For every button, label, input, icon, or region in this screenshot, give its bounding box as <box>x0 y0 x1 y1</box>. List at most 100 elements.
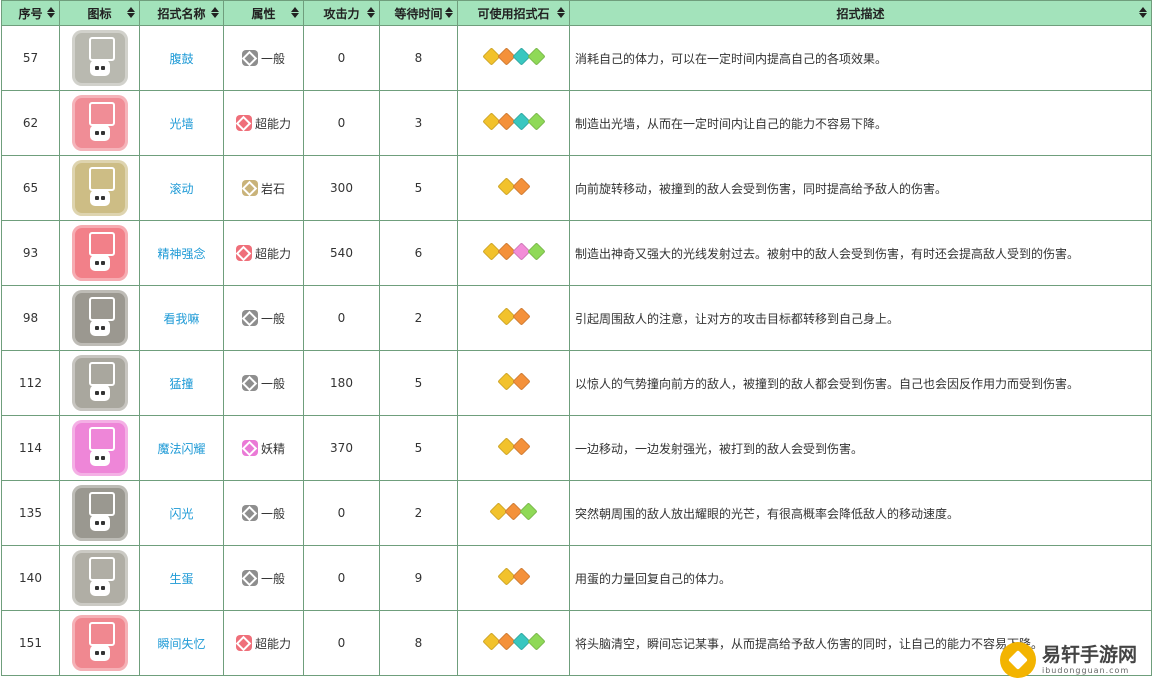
header-label: 可使用招式石 <box>477 6 550 21</box>
pink-shield-icon <box>71 95 128 151</box>
row-attack: 370 <box>303 415 380 481</box>
sort-arrows-icon[interactable] <box>1139 7 1147 19</box>
header-col-name[interactable]: 招式名称 <box>139 0 224 26</box>
gray-grid-icon <box>71 30 128 86</box>
row-move-name-cell: 看我嘛 <box>139 285 224 351</box>
move-name-link[interactable]: 看我嘛 <box>163 312 199 326</box>
type-label: 岩石 <box>260 181 285 196</box>
header-label: 图标 <box>87 6 112 21</box>
row-id: 114 <box>1 415 60 481</box>
row-icon-cell <box>59 25 140 91</box>
table-body: 57 腹鼓 一般 0 8 消耗自己的体力，可以在一定时间内提高自己的各项效果。 62 光墙 超能… <box>1 25 1152 676</box>
psychic-beam-icon <box>71 225 128 281</box>
header-col-icon[interactable]: 图标 <box>59 0 140 26</box>
sort-arrows-icon[interactable] <box>211 7 219 19</box>
watermark-logo-icon <box>1000 642 1036 678</box>
row-stones-cell <box>457 545 570 611</box>
row-description: 向前旋转移动，被撞到的敌人会受到伤害，同时提高给予敌人的伤害。 <box>569 155 1152 221</box>
row-type-cell: 一般 <box>223 480 304 546</box>
amnesia-icon <box>71 615 128 671</box>
header-label: 序号 <box>18 6 43 21</box>
move-stone-green-icon <box>519 502 538 521</box>
row-wait-time: 6 <box>379 220 458 286</box>
type-label: 一般 <box>260 51 285 66</box>
row-move-name-cell: 滚动 <box>139 155 224 221</box>
header-col-type[interactable]: 属性 <box>223 0 304 26</box>
row-id: 98 <box>1 285 60 351</box>
table-row: 135 闪光 一般 0 2 突然朝周围的敌人放出耀眼的光芒，有很高概率会降低敌人的移动速度… <box>1 480 1152 546</box>
row-move-name-cell: 腹鼓 <box>139 25 224 91</box>
header-col-attack[interactable]: 攻击力 <box>303 0 380 26</box>
row-attack: 540 <box>303 220 380 286</box>
row-icon-cell <box>59 220 140 286</box>
move-name-link[interactable]: 腹鼓 <box>169 52 193 66</box>
row-stones-cell <box>457 350 570 416</box>
move-name-link[interactable]: 魔法闪耀 <box>157 442 205 456</box>
sort-arrows-icon[interactable] <box>557 7 565 19</box>
row-type-cell: 岩石 <box>223 155 304 221</box>
header-col-stones[interactable]: 可使用招式石 <box>457 0 570 26</box>
row-description: 引起周围敌人的注意，让对方的攻击目标都转移到自己身上。 <box>569 285 1152 351</box>
sort-arrows-icon[interactable] <box>47 7 55 19</box>
row-attack: 0 <box>303 545 380 611</box>
move-name-link[interactable]: 滚动 <box>169 182 193 196</box>
sort-arrows-icon[interactable] <box>445 7 453 19</box>
move-name-link[interactable]: 生蛋 <box>169 572 193 586</box>
type-label: 一般 <box>260 571 285 586</box>
row-stones-cell <box>457 415 570 481</box>
row-icon-cell <box>59 415 140 481</box>
header-label: 招式描述 <box>836 6 885 21</box>
move-stone-orange-icon <box>511 567 531 586</box>
header-col-wait[interactable]: 等待时间 <box>379 0 458 26</box>
row-description: 一边移动，一边发射强光，被打到的敌人会受到伤害。 <box>569 415 1152 481</box>
watermark-url: ibudongguan.com <box>1042 666 1130 675</box>
header-col-id[interactable]: 序号 <box>1 0 60 26</box>
row-id: 65 <box>1 155 60 221</box>
move-name-link[interactable]: 光墙 <box>169 117 193 131</box>
header-label: 招式名称 <box>157 6 206 21</box>
row-type-cell: 超能力 <box>223 220 304 286</box>
row-id: 140 <box>1 545 60 611</box>
move-stone-orange-icon <box>511 437 531 456</box>
row-id: 112 <box>1 350 60 416</box>
header-label: 攻击力 <box>323 6 360 21</box>
row-attack: 0 <box>303 25 380 91</box>
row-move-name-cell: 光墙 <box>139 90 224 156</box>
move-name-link[interactable]: 瞬间失忆 <box>157 637 205 651</box>
row-id: 57 <box>1 25 60 91</box>
move-stone-green-icon <box>526 632 546 651</box>
type-badge-icon <box>241 570 258 586</box>
sort-arrows-icon[interactable] <box>291 7 299 19</box>
watermark-title: 易轩手游网 <box>1042 644 1138 666</box>
row-stones-cell <box>457 155 570 221</box>
move-name-link[interactable]: 闪光 <box>169 507 193 521</box>
move-name-link[interactable]: 猛撞 <box>169 377 193 391</box>
row-move-name-cell: 精神强念 <box>139 220 224 286</box>
move-stone-green-icon <box>526 242 546 261</box>
row-type-cell: 一般 <box>223 545 304 611</box>
watermark: 易轩手游网 ibudongguan.com <box>1000 638 1145 682</box>
row-attack: 180 <box>303 350 380 416</box>
row-type-cell: 一般 <box>223 350 304 416</box>
row-type-cell: 一般 <box>223 25 304 91</box>
table-row: 62 光墙 超能力 0 3 制造出光墙，从而在一定时间内让自己的能力不容易下降。 <box>1 90 1152 156</box>
row-stones-cell <box>457 285 570 351</box>
row-stones-cell <box>457 610 570 676</box>
table-row: 93 精神强念 超能力 540 6 制造出神奇又强大的光线发射过去。被射中的敌人会受到伤害… <box>1 220 1152 286</box>
row-type-cell: 妖精 <box>223 415 304 481</box>
header-col-desc[interactable]: 招式描述 <box>569 0 1152 26</box>
row-move-name-cell: 生蛋 <box>139 545 224 611</box>
tackle-icon <box>71 355 128 411</box>
type-badge-icon <box>235 115 252 131</box>
type-label: 妖精 <box>260 441 285 456</box>
moves-table: 序号 图标 招式名称 属性 攻击力 等待时间 可使用招式石 招式描述 57 腹鼓 一般 0 8 消耗自己… <box>1 0 1152 676</box>
row-move-name-cell: 闪光 <box>139 480 224 546</box>
table-row: 57 腹鼓 一般 0 8 消耗自己的体力，可以在一定时间内提高自己的各项效果。 <box>1 25 1152 91</box>
table-row: 112 猛撞 一般 180 5 以惊人的气势撞向前方的敌人，被撞到的敌人都会受到伤害。自己… <box>1 350 1152 416</box>
row-wait-time: 2 <box>379 285 458 351</box>
sort-arrows-icon[interactable] <box>367 7 375 19</box>
sort-arrows-icon[interactable] <box>127 7 135 19</box>
type-badge-icon <box>241 375 258 391</box>
move-stone-orange-icon <box>511 177 531 196</box>
move-name-link[interactable]: 精神强念 <box>157 247 205 261</box>
